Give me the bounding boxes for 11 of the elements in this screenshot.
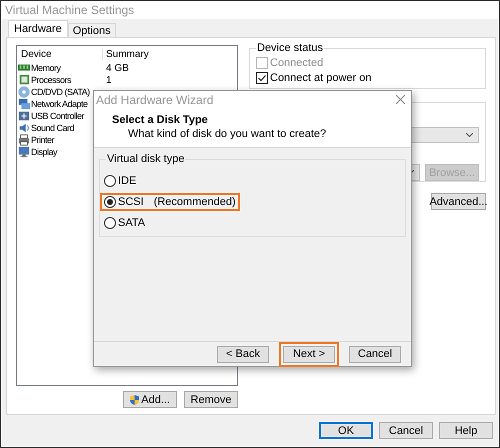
dialog-title: Add Hardware Wizard [96,92,214,106]
column-header: Device [20,48,53,60]
wizard-heading: Select a Disk Type [112,114,209,126]
wizard-subheading: What kind of disk do you want to create? [128,128,326,140]
window-title: Virtual Machine Settings [1,1,499,19]
column-header: Summary [102,48,237,60]
device-summary: 4 GB [106,62,129,74]
option-note: (Recommended) [154,196,236,208]
group-title: Device status [256,42,324,54]
group-title: Virtual disk type [106,153,186,165]
device-summary: 1 [106,74,112,86]
